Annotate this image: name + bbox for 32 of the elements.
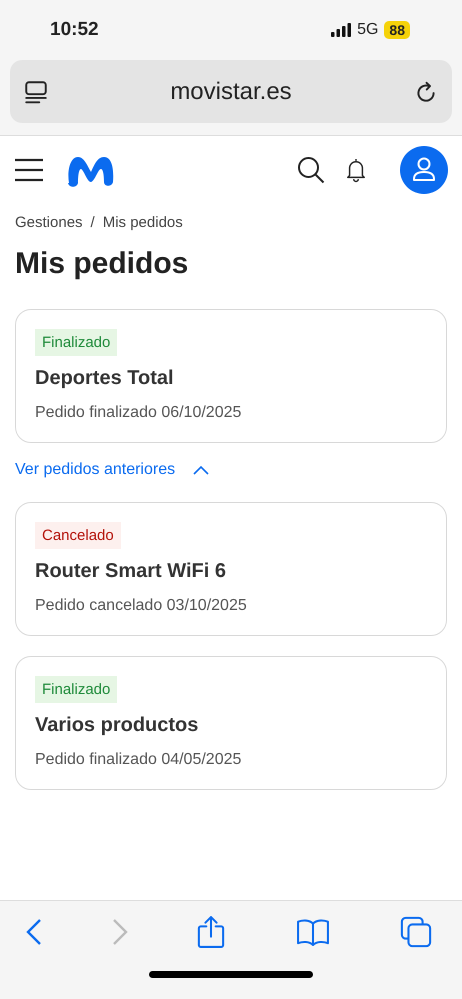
signal-icon: [331, 23, 352, 37]
previous-orders-link[interactable]: Ver pedidos anteriores: [15, 461, 176, 479]
book-icon[interactable]: [294, 918, 330, 946]
back-icon[interactable]: [26, 918, 42, 946]
breadcrumb-separator: /: [90, 214, 95, 231]
breadcrumb-link[interactable]: Gestiones: [15, 214, 83, 231]
page-title: Mis pedidos: [15, 247, 190, 281]
order-name: Deportes Total: [35, 367, 175, 390]
menu-icon[interactable]: [14, 158, 44, 182]
caret-icon[interactable]: [193, 465, 210, 475]
order-card[interactable]: Finalizado Varios productos Pedido finalizado 04/05/2025: [15, 656, 447, 790]
order-card[interactable]: Cancelado Router Smart WiFi 6 Pedido cancelado 03/10/2025: [15, 502, 447, 636]
url-text: movistar.es: [170, 78, 292, 106]
order-name: Router Smart WiFi 6: [35, 560, 227, 583]
tabs-icon[interactable]: [400, 916, 432, 948]
search-icon[interactable]: [297, 156, 325, 184]
clock-time: 10:52: [50, 19, 99, 41]
profile-button[interactable]: [400, 146, 448, 194]
status-tag: Finalizado: [35, 676, 118, 703]
order-date: Pedido finalizado 04/05/2025: [35, 751, 242, 769]
status-tag: Finalizado: [35, 329, 118, 356]
order-card[interactable]: Finalizado Deportes Total Pedido finalizado 06/10/2025: [15, 309, 447, 443]
breadcrumb-link[interactable]: Mis pedidos: [102, 214, 183, 231]
order-date: Pedido cancelado 03/10/2025: [35, 597, 248, 615]
bell-icon[interactable]: [345, 157, 367, 183]
reader-icon[interactable]: [23, 78, 49, 104]
share-icon[interactable]: [197, 915, 225, 949]
order-name: Varios productos: [35, 714, 200, 737]
order-date: Pedido finalizado 06/10/2025: [35, 404, 242, 422]
battery-level: 88: [384, 21, 410, 39]
status-tag: Cancelado: [35, 522, 121, 549]
network-label: 5G: [357, 21, 378, 39]
